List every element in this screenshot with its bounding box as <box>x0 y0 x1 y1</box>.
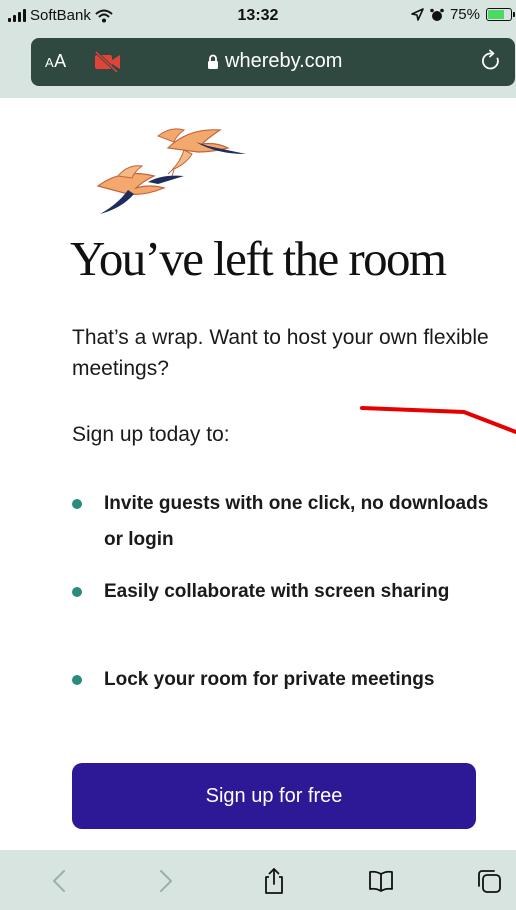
benefit-text: Invite guests with one click, no downloa… <box>104 493 489 550</box>
status-right: 75% <box>411 6 515 23</box>
url-text: whereby.com <box>225 50 343 72</box>
bookmarks-button[interactable] <box>364 864 398 898</box>
tabs-icon <box>478 870 501 893</box>
url-bar[interactable]: AA whereby.com <box>31 38 515 86</box>
bookmarks-icon <box>369 870 393 892</box>
benefit-item: Easily collaborate with screen sharing <box>72 574 492 662</box>
bird-lower <box>96 165 184 214</box>
battery-icon <box>486 8 515 21</box>
bullet-dot <box>72 499 82 509</box>
forward-button[interactable] <box>148 864 182 898</box>
flying-birds-illustration <box>96 128 246 214</box>
screen: SoftBank 13:32 75% AA whereby.com You’ve… <box>0 0 516 910</box>
back-button[interactable] <box>43 864 77 898</box>
bullet-dot <box>72 675 82 685</box>
bullet-dot <box>72 587 82 597</box>
share-button[interactable] <box>257 864 291 898</box>
bottom-toolbar <box>0 850 516 910</box>
camera-off-icon[interactable] <box>93 51 123 73</box>
bird-upper <box>157 128 246 177</box>
tabs-button[interactable] <box>472 864 506 898</box>
battery-percent: 75% <box>449 6 480 23</box>
alarm-icon <box>430 8 444 21</box>
intro-text: That’s a wrap. Want to host your own fle… <box>72 326 489 380</box>
back-icon <box>53 870 65 892</box>
benefit-item: Lock your room for private meetings <box>72 662 492 750</box>
status-bar: SoftBank 13:32 75% <box>0 0 516 34</box>
signup-lead-text: Sign up today to: <box>72 423 230 446</box>
reload-icon[interactable] <box>479 49 503 73</box>
battery-cap <box>513 12 515 17</box>
benefit-item: Invite guests with one click, no downloa… <box>72 486 492 574</box>
location-icon <box>411 8 424 21</box>
text-size-button[interactable]: AA <box>45 51 67 72</box>
url-display[interactable]: whereby.com <box>207 50 342 73</box>
forward-icon <box>160 870 172 892</box>
benefit-text: Lock your room for private meetings <box>104 669 435 690</box>
benefits-list: Invite guests with one click, no downloa… <box>72 486 492 750</box>
share-icon <box>265 868 283 894</box>
page-title: You’ve left the room <box>70 231 447 286</box>
battery-fill <box>488 10 504 19</box>
sign-up-button[interactable]: Sign up for free <box>72 763 476 829</box>
red-annotation-stroke <box>360 406 516 434</box>
browser-chrome: SoftBank 13:32 75% AA whereby.com <box>0 0 516 98</box>
benefit-text: Easily collaborate with screen sharing <box>104 581 450 602</box>
lock-icon <box>208 54 218 69</box>
